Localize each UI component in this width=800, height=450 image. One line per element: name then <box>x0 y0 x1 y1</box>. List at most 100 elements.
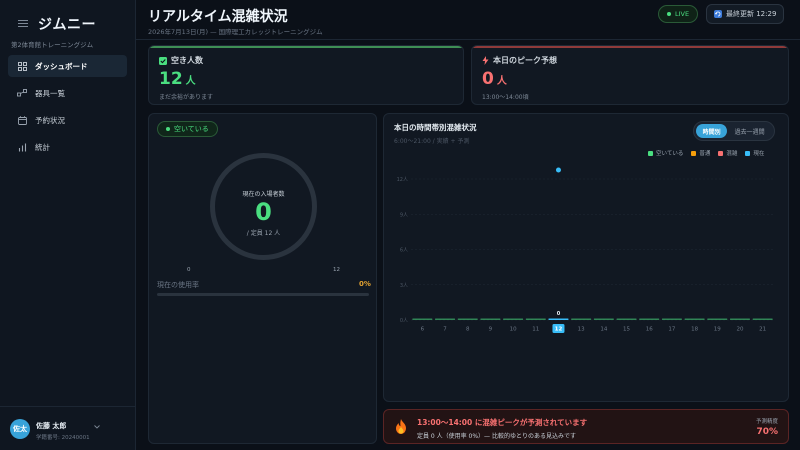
x-tick-label: 19 <box>714 327 721 333</box>
dashboard-icon <box>17 61 27 71</box>
vacancy-value: 12 人 <box>159 69 196 89</box>
y-tick-label: 0人 <box>400 318 408 324</box>
bar-chart-icon <box>17 142 27 152</box>
peak-card: 本日のピーク予想 0人 13:00〜14:00頃 <box>471 45 789 105</box>
chart-bar <box>729 318 750 320</box>
vacancy-label: 空き人数 <box>159 55 203 66</box>
chart-bar <box>548 318 569 320</box>
checkbox-icon <box>159 56 167 65</box>
gauge-scale-max: 12 <box>333 267 340 273</box>
refresh-icon <box>714 10 722 18</box>
gauge-label: 現在の入場者数 <box>242 191 285 198</box>
page-title: リアルタイム混雑状況 <box>148 9 288 25</box>
user-profile[interactable]: 佐太 佐藤 太郎 学籍番号: 20240001 <box>0 406 136 450</box>
sidebar-item-reservations[interactable]: 予約状況 <box>8 109 127 131</box>
y-tick-label: 12人 <box>397 177 408 183</box>
y-tick-label: 6人 <box>400 248 408 254</box>
x-tick-label: 11 <box>532 327 539 333</box>
data-label: 0 <box>557 311 561 317</box>
peak-value: 0人 <box>482 69 507 89</box>
x-tick-label: 17 <box>668 327 675 333</box>
user-name: 佐藤 太郎 <box>36 422 67 430</box>
alert-description: 定員 0 人（使用率 0%）— 比較的ゆとりのある見込みです <box>417 433 576 440</box>
x-tick-label: 7 <box>443 327 447 333</box>
peak-note: 13:00〜14:00頃 <box>482 94 529 101</box>
usage-label: 現在の使用率 <box>157 281 199 289</box>
brand: ジムニー <box>18 14 96 34</box>
usage-progress-bar <box>157 293 369 296</box>
x-tick-label: 21 <box>759 327 766 333</box>
chart-bar <box>661 318 682 320</box>
gauge-capacity: / 定員 12 人 <box>246 230 281 237</box>
chart-bar <box>435 318 456 320</box>
alert-accuracy-label: 予測精度 <box>755 419 778 425</box>
y-tick-label: 3人 <box>400 283 408 289</box>
sidebar-item-equipment[interactable]: 器具一覧 <box>8 82 127 104</box>
sidebar: ジムニー 第2体育館トレーニングジム ダッシュボード 器具一覧 予約状況 統計 <box>0 0 136 450</box>
x-tick-label: 6 <box>421 327 425 333</box>
x-tick-label: 12 <box>555 327 563 333</box>
vacancy-note: まだ余裕があります <box>159 94 214 101</box>
refresh-button[interactable]: 最終更新 12:29 <box>706 4 785 24</box>
live-label: LIVE <box>675 10 690 18</box>
occupancy-gauge-panel: 空いている 現在の入場者数 0 / 定員 12 人 0 12 現在の使用率 0% <box>148 113 377 444</box>
equipment-icon <box>17 88 27 98</box>
chart-bar <box>480 318 501 320</box>
x-tick-label: 14 <box>600 327 607 333</box>
user-id: 学籍番号: 20240001 <box>36 435 90 441</box>
lightning-icon <box>482 56 489 65</box>
x-tick-label: 9 <box>489 327 493 333</box>
chart-bar <box>684 318 705 320</box>
live-badge: LIVE <box>658 5 699 23</box>
chart-bar <box>525 318 546 320</box>
sidebar-item-dashboard[interactable]: ダッシュボード <box>8 55 127 77</box>
current-capacity-point <box>555 167 561 173</box>
gauge-value: 0 <box>255 198 272 226</box>
x-tick-label: 13 <box>578 327 585 333</box>
update-label: 最終更新 12:29 <box>726 10 777 18</box>
chart-bar <box>616 318 637 320</box>
calendar-icon <box>17 115 27 125</box>
sidebar-item-label: 器具一覧 <box>35 88 65 98</box>
live-dot-icon <box>667 12 671 16</box>
status-badge: 空いている <box>157 121 218 137</box>
vacancy-card: 空き人数 12 人 まだ余裕があります <box>148 45 464 105</box>
sidebar-item-stats[interactable]: 統計 <box>8 136 127 158</box>
peak-alert-banner: 13:00〜14:00 に混雑ピークが予測されています 定員 0 人（使用率 0… <box>383 409 789 444</box>
sidebar-item-label: ダッシュボード <box>35 61 88 71</box>
status-dot-icon <box>166 127 170 131</box>
x-tick-label: 18 <box>691 327 698 333</box>
hourly-bar-chart: 0人 3人 6人 9人 12人 6 7 8 9 10 11 12 0 13 14 15 16 17 18 19 20 21 <box>397 167 774 333</box>
x-tick-label: 20 <box>736 327 743 333</box>
alert-title: 13:00〜14:00 に混雑ピークが予測されています <box>417 418 588 427</box>
x-tick-label: 16 <box>646 327 653 333</box>
page-header: リアルタイム混雑状況 2026年7月13日(月) — 国際理工カレッジトレーニン… <box>136 0 800 40</box>
sidebar-item-label: 予約状況 <box>35 115 65 125</box>
brand-subtitle: 第2体育館トレーニングジム <box>11 41 94 49</box>
y-tick-label: 9人 <box>400 212 408 218</box>
brand-title: ジムニー <box>38 17 96 33</box>
chevron-down-icon[interactable] <box>94 425 100 429</box>
chart-bar <box>503 318 524 320</box>
fire-icon <box>396 419 406 434</box>
chart-bar <box>639 318 660 320</box>
usage-value: 0% <box>359 280 371 288</box>
avatar: 佐太 <box>10 419 30 439</box>
gauge-scale-min: 0 <box>187 267 191 273</box>
x-tick-label: 8 <box>466 327 470 333</box>
chart-bar <box>752 318 773 320</box>
sidebar-item-label: 統計 <box>35 142 50 152</box>
chart-bar <box>593 318 614 320</box>
peak-label: 本日のピーク予想 <box>482 55 557 66</box>
chart-bar <box>412 318 433 320</box>
menu-icon[interactable] <box>18 20 28 28</box>
chart-bar <box>571 318 592 320</box>
sidebar-nav: ダッシュボード 器具一覧 予約状況 統計 <box>8 55 127 163</box>
hourly-chart-panel: 本日の時間帯別混雑状況 6:00〜21:00 / 実績 + 予測 時間別 過去一… <box>383 113 789 402</box>
alert-accuracy-value: 70% <box>756 427 778 437</box>
chart-bar <box>457 318 478 320</box>
occupancy-gauge: 現在の入場者数 0 / 定員 12 人 <box>210 153 317 260</box>
x-tick-label: 10 <box>510 327 517 333</box>
page-subtitle: 2026年7月13日(月) — 国際理工カレッジトレーニングジム <box>148 28 323 36</box>
chart-bar <box>707 318 728 320</box>
